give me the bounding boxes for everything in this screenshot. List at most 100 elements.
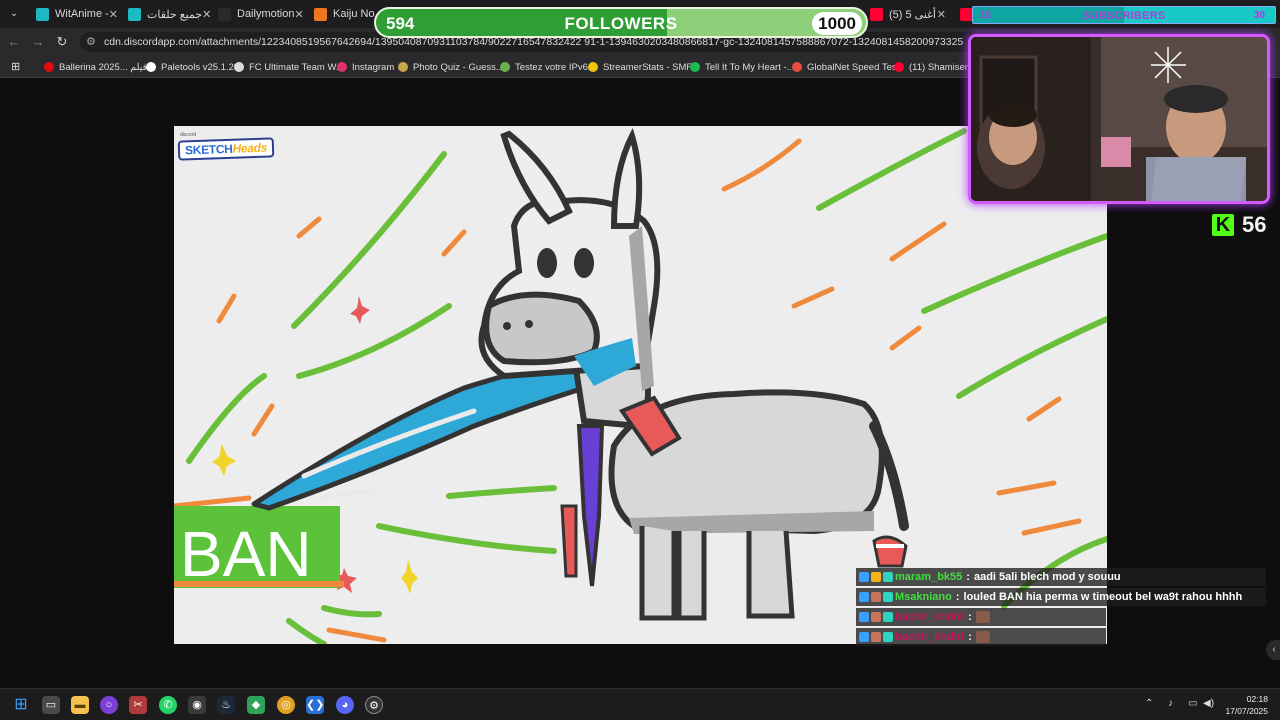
witanime-icon bbox=[128, 7, 141, 21]
tab-search-chevron-icon[interactable]: ⌄ bbox=[4, 4, 24, 24]
collapse-arrow-icon[interactable]: ‹ bbox=[1266, 640, 1280, 660]
bookmark-item[interactable]: Photo Quiz - Guess... bbox=[398, 60, 504, 74]
youtube-icon bbox=[960, 7, 972, 21]
chat-emote-icon bbox=[975, 631, 990, 643]
discord-label: discord bbox=[180, 132, 197, 138]
bookmark-label: FC Ultimate Team W... bbox=[249, 61, 344, 73]
chat-emote-icon bbox=[975, 611, 990, 623]
bookmark-item[interactable]: Testez votre IPv6. bbox=[500, 60, 591, 74]
close-tab-icon[interactable]: ✕ bbox=[109, 8, 118, 21]
sub-badge-icon bbox=[883, 632, 893, 642]
subscribers-goal-bar: SUBSCRIBERS 15 30 bbox=[972, 6, 1276, 24]
chrome-icon[interactable]: ◎ bbox=[277, 696, 295, 714]
bookmark-item[interactable]: Ballerina 2025... فيلم bbox=[44, 60, 147, 74]
subscribers-label: SUBSCRIBERS bbox=[1082, 10, 1166, 22]
chat-message: bachir_khdiri: bbox=[856, 608, 1106, 626]
bookmark-label: Photo Quiz - Guess... bbox=[413, 61, 504, 73]
streamerstats-icon bbox=[588, 62, 598, 72]
sub-badge-icon bbox=[883, 592, 893, 602]
platform-badge-icon bbox=[859, 592, 869, 602]
donkey-snout bbox=[483, 291, 600, 366]
bookmark-item[interactable]: GlobalNet Speed Test bbox=[792, 60, 899, 74]
ipv6-icon bbox=[500, 62, 510, 72]
subscribers-goal: 30 bbox=[1253, 10, 1265, 21]
bookmark-item[interactable]: StreamerStats - SMF... bbox=[588, 60, 699, 74]
bookmark-item[interactable]: Paletools v25.1.23 bbox=[146, 60, 239, 74]
platform-badge-icon bbox=[859, 612, 869, 622]
tab-label: Dailymotion bbox=[237, 8, 295, 20]
chat-badges bbox=[859, 612, 895, 622]
red-sparkle bbox=[350, 296, 370, 324]
whatsapp-icon[interactable]: ✆ bbox=[159, 696, 177, 714]
game-launcher-icon[interactable]: ◆ bbox=[247, 696, 265, 714]
bookmark-label: Testez votre IPv6. bbox=[515, 61, 591, 73]
bookmark-item[interactable]: Tell It To My Heart -... bbox=[690, 60, 795, 74]
spotify-icon bbox=[690, 62, 700, 72]
browser-tab[interactable]: (5) أغنى 5 ✕ bbox=[862, 0, 952, 28]
tray-chevron-icon[interactable]: ⌃ bbox=[1145, 698, 1153, 709]
fc-icon bbox=[234, 62, 244, 72]
bookmark-label: Ballerina 2025... فيلم bbox=[59, 61, 148, 73]
site-info-icon[interactable]: ⚙ bbox=[86, 35, 96, 48]
tab-label: WitAnime - bbox=[55, 8, 109, 20]
close-tab-icon[interactable]: ✕ bbox=[937, 8, 946, 21]
webcam-frame bbox=[968, 34, 1270, 204]
obs-icon[interactable]: ◉ bbox=[188, 696, 206, 714]
reload-icon[interactable]: ↻ bbox=[53, 33, 71, 51]
browser-tab[interactable]: جميع حلقات ✕ bbox=[120, 0, 210, 28]
chat-username: bachir_khdiri bbox=[895, 631, 965, 643]
globalnet-icon bbox=[792, 62, 802, 72]
task-view-icon[interactable]: ▭ bbox=[42, 696, 60, 714]
yellow-sparkle bbox=[401, 560, 418, 594]
bookmark-label: StreamerStats - SMF... bbox=[603, 61, 700, 73]
network-icon[interactable]: ▭ bbox=[1188, 698, 1197, 709]
platform-badge-icon bbox=[859, 632, 869, 642]
copilot-icon[interactable]: ○ bbox=[100, 696, 118, 714]
bookmark-item[interactable]: Instagram bbox=[337, 60, 394, 74]
back-arrow-icon[interactable]: ← bbox=[5, 33, 23, 51]
snipping-tool-icon[interactable]: ✂ bbox=[129, 696, 147, 714]
tab-label: Kaiju No. 8 bbox=[333, 8, 376, 20]
browser-tab[interactable]: Kaiju No. 8✕ bbox=[306, 0, 376, 28]
windows-taskbar: ⊞ ▭ ▬ ○ ✂ ✆ ◉ ♨ ◆ ◎ ❮❯ ◕ ⚙ ⌃ ♪ ▭ ◀) 02:1… bbox=[0, 688, 1280, 720]
photo-quiz-icon bbox=[398, 62, 408, 72]
donkey-legs bbox=[639, 526, 795, 621]
bookmark-label: Instagram bbox=[352, 61, 395, 73]
tab-label: جميع حلقات bbox=[147, 8, 203, 21]
starburst-light-icon bbox=[1151, 47, 1186, 83]
steam-icon[interactable]: ♨ bbox=[217, 696, 235, 714]
vscode-icon[interactable]: ❮❯ bbox=[306, 696, 324, 714]
clock-date: 17/07/2025 bbox=[1225, 706, 1268, 716]
forward-arrow-icon[interactable]: → bbox=[29, 33, 47, 51]
platform-badge-icon bbox=[859, 572, 869, 582]
windows-start-icon[interactable]: ⊞ bbox=[12, 696, 30, 714]
browser-tab[interactable]: WitAnime - ✕ bbox=[28, 0, 120, 28]
sub-badge-icon bbox=[883, 612, 893, 622]
screen: ⌄ WitAnime - ✕ جميع حلقات ✕ Dailymotion ✕ Kaij… bbox=[0, 0, 1280, 720]
bookmark-item[interactable]: FC Ultimate Team W... bbox=[234, 60, 344, 74]
kick-viewer-count: 56 bbox=[1242, 212, 1267, 237]
bookmark-label: Paletools v25.1.23 bbox=[161, 61, 240, 73]
volume-icon[interactable]: ◀) bbox=[1203, 698, 1214, 709]
bookmark-label: GlobalNet Speed Test bbox=[807, 61, 900, 73]
user-badge-icon bbox=[871, 592, 881, 602]
browser-tab[interactable] bbox=[952, 0, 972, 28]
close-tab-icon[interactable]: ✕ bbox=[202, 8, 210, 21]
file-explorer-icon[interactable]: ▬ bbox=[71, 696, 89, 714]
browser-tab[interactable]: Dailymotion ✕ bbox=[210, 0, 306, 28]
settings-app-icon[interactable]: ⚙ bbox=[365, 696, 383, 714]
chat-username: maram_bk55 bbox=[895, 571, 963, 583]
paletools-icon bbox=[146, 62, 156, 72]
chat-badges bbox=[859, 592, 895, 602]
drawing-canvas[interactable]: BAN discord SKETCHHeads bbox=[174, 126, 1107, 644]
discord-icon[interactable]: ◕ bbox=[336, 696, 354, 714]
followers-goal: 1000 bbox=[812, 12, 862, 35]
close-tab-icon[interactable]: ✕ bbox=[294, 8, 303, 21]
sketchheads-logo: discord SKETCHHeads bbox=[177, 132, 288, 161]
yellow-sparkle bbox=[212, 444, 236, 476]
tab-label: (5) أغنى 5 bbox=[889, 8, 936, 21]
chat-text: louled BAN hia perma w timeout bel wa9t … bbox=[963, 591, 1243, 603]
system-clock[interactable]: 02:18 17/07/2025 bbox=[1225, 693, 1268, 717]
apps-grid-icon[interactable]: ⊞ bbox=[11, 60, 20, 73]
microphone-icon[interactable]: ♪ bbox=[1168, 698, 1173, 709]
